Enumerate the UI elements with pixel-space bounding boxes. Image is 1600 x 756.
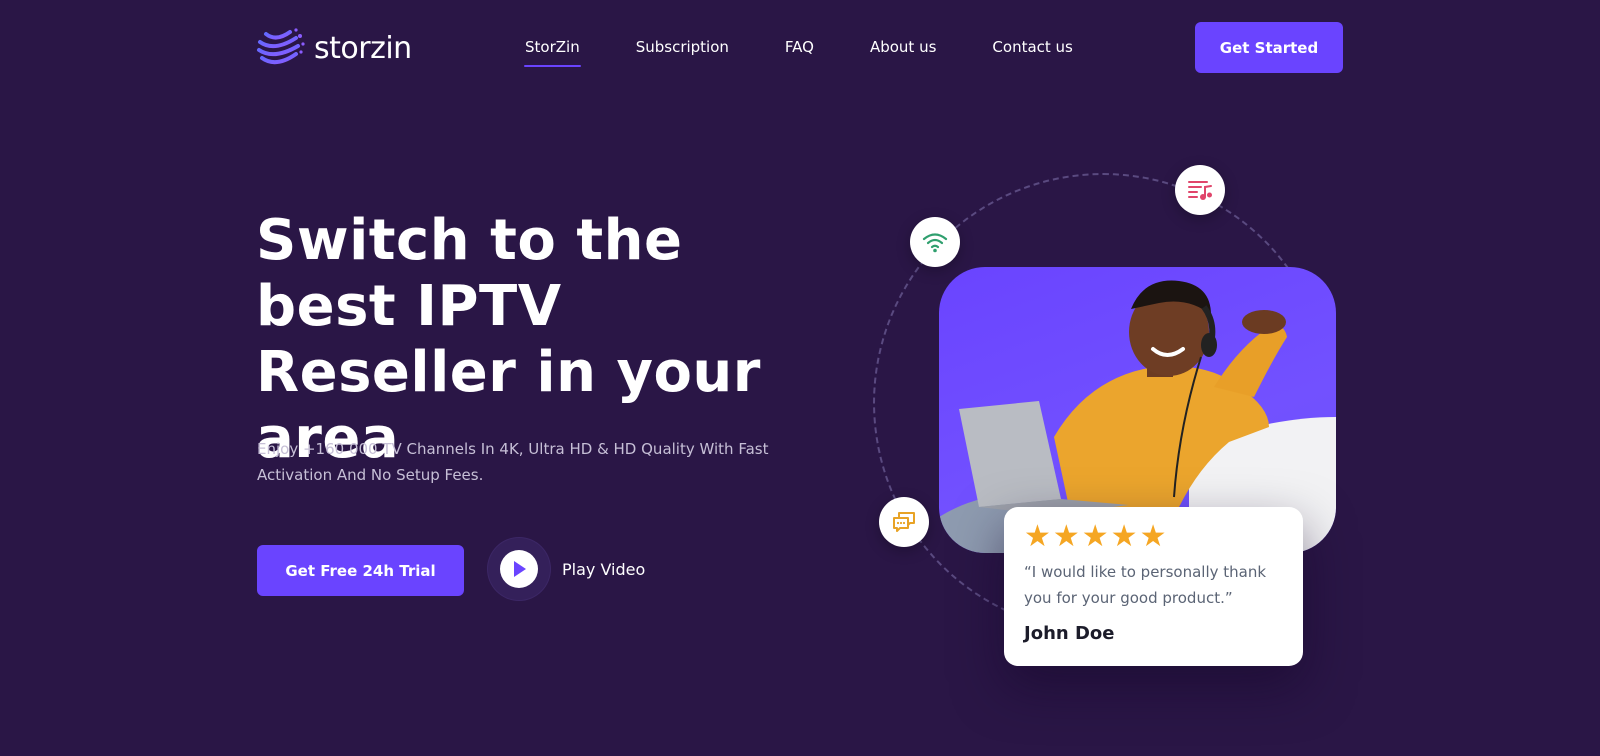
get-started-button[interactable]: Get Started [1195,22,1343,73]
hero-title: Switch to the best IPTV Reseller in your… [256,208,761,471]
review-author: John Doe [1024,623,1115,644]
rating-stars: ★★★★★ [1024,519,1169,554]
wifi-icon [922,233,948,253]
play-video-button[interactable]: Play Video [488,538,645,600]
hero-subtitle: Enjoy +160 000 TV Channels In 4K, Ultra … [257,440,769,484]
music-playlist-badge [1175,165,1225,215]
playlist-music-icon [1188,181,1212,200]
chat-bubbles-icon [893,512,915,532]
brand-name: storzin [314,30,412,66]
review-card: ★★★★★ “I would like to personally thank … [1004,507,1303,666]
brand-logo[interactable]: storzin [256,24,412,72]
nav-item-storzin[interactable]: StorZin [524,38,581,67]
play-button-ring[interactable] [488,538,550,600]
globe-logo-icon [257,28,305,65]
free-trial-button[interactable]: Get Free 24h Trial [257,545,464,596]
chat-badge [879,497,929,547]
review-quote: “I would like to personally thank you fo… [1024,563,1267,607]
nav-item-about-us[interactable]: About us [870,38,936,56]
play-video-label[interactable]: Play Video [562,560,645,579]
nav-item-contact-us[interactable]: Contact us [992,38,1072,56]
nav-item-faq[interactable]: FAQ [785,38,814,56]
main-nav: StorZin Subscription FAQ About us Contac… [524,38,1073,67]
wifi-badge [910,217,960,267]
play-icon[interactable] [500,550,538,588]
nav-item-subscription[interactable]: Subscription [636,38,729,56]
